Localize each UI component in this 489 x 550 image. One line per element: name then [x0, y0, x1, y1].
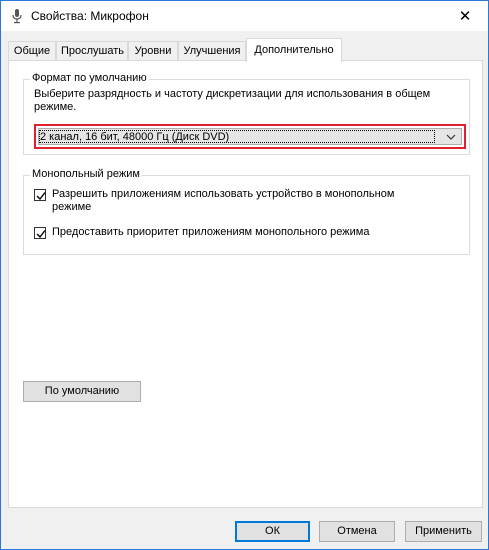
exclusive-mode-legend: Монопольный режим — [30, 168, 142, 180]
apply-button[interactable]: Применить — [405, 521, 482, 542]
format-combo-highlight: 2 канал, 16 бит, 48000 Гц (Диск DVD) — [34, 124, 466, 149]
allow-exclusive-checkbox[interactable] — [34, 189, 46, 201]
close-icon: ✕ — [458, 8, 472, 25]
checkmark-icon — [36, 230, 46, 239]
format-select[interactable]: 2 канал, 16 бит, 48000 Гц (Диск DVD) — [38, 128, 462, 145]
allow-exclusive-label: Разрешить приложениям использовать устро… — [52, 188, 395, 213]
tab-levels[interactable]: Уровни — [128, 41, 178, 60]
tab-enhancements[interactable]: Улучшения — [178, 41, 246, 60]
default-format-group: Формат по умолчанию Выберите разрядность… — [23, 72, 470, 155]
chevron-down-icon[interactable] — [446, 132, 456, 142]
advanced-tab-panel: Формат по умолчанию Выберите разрядность… — [8, 60, 483, 508]
close-button[interactable]: ✕ — [442, 1, 488, 31]
title-bar[interactable]: Свойства: Микрофон ✕ — [1, 1, 488, 31]
tab-listen[interactable]: Прослушать — [56, 41, 128, 60]
default-format-description: Выберите разрядность и частоту дискретиз… — [34, 88, 431, 113]
allow-exclusive-option[interactable]: Разрешить приложениям использовать устро… — [34, 188, 454, 216]
checkmark-icon — [36, 192, 46, 201]
exclusive-priority-option[interactable]: Предоставить приоритет приложениям моноп… — [34, 226, 454, 242]
properties-window: Свойства: Микрофон ✕ Общие Прослушать Ур… — [0, 0, 489, 550]
restore-defaults-button[interactable]: По умолчанию — [23, 381, 141, 402]
tab-advanced[interactable]: Дополнительно — [246, 38, 342, 62]
exclusive-mode-group: Монопольный режим Разрешить приложениям … — [23, 168, 470, 255]
window-title: Свойства: Микрофон — [31, 9, 149, 23]
exclusive-priority-checkbox[interactable] — [34, 227, 46, 239]
microphone-icon — [10, 8, 24, 24]
default-format-legend: Формат по умолчанию — [30, 72, 149, 84]
exclusive-priority-label: Предоставить приоритет приложениям моноп… — [52, 226, 370, 238]
format-select-value: 2 канал, 16 бит, 48000 Гц (Диск DVD) — [40, 131, 230, 143]
ok-button[interactable]: ОК — [235, 521, 310, 542]
tab-general[interactable]: Общие — [8, 41, 56, 60]
cancel-button[interactable]: Отмена — [319, 521, 395, 542]
